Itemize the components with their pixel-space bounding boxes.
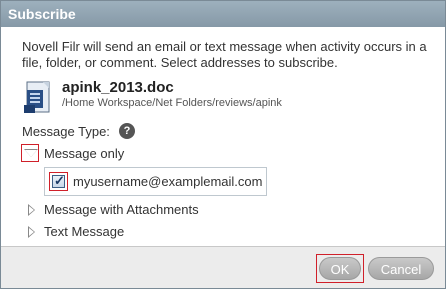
- document-path: /Home Workspace/Net Folders/reviews/apin…: [62, 97, 282, 109]
- text-message-label[interactable]: Text Message: [44, 224, 124, 239]
- dialog-footer: OK Cancel: [1, 246, 445, 288]
- email-address-row: ✓ myusername@examplemail.com: [44, 167, 267, 196]
- message-with-attachments-label[interactable]: Message with Attachments: [44, 202, 199, 217]
- ok-button-highlight: OK: [316, 254, 364, 283]
- email-checkbox-highlight: ✓: [49, 172, 68, 191]
- intro-text: Novell Filr will send an email or text m…: [22, 39, 427, 70]
- help-icon[interactable]: ?: [119, 123, 135, 139]
- dialog-body: Novell Filr will send an email or text m…: [1, 27, 445, 246]
- document-name: apink_2013.doc: [62, 79, 174, 96]
- message-only-label[interactable]: Message only: [44, 146, 124, 161]
- message-only-expander[interactable]: [21, 144, 39, 162]
- message-type-label: Message Type:: [22, 124, 110, 139]
- email-address[interactable]: myusername@examplemail.com: [73, 174, 262, 189]
- word-document-icon: [24, 81, 50, 113]
- ok-button[interactable]: OK: [319, 257, 361, 280]
- subscribe-dialog: Subscribe Novell Filr will send an email…: [0, 0, 446, 289]
- cancel-button[interactable]: Cancel: [368, 257, 434, 280]
- email-checkbox[interactable]: ✓: [52, 173, 65, 188]
- checkmark-icon: ✓: [54, 173, 65, 188]
- dialog-title: Subscribe: [1, 1, 445, 27]
